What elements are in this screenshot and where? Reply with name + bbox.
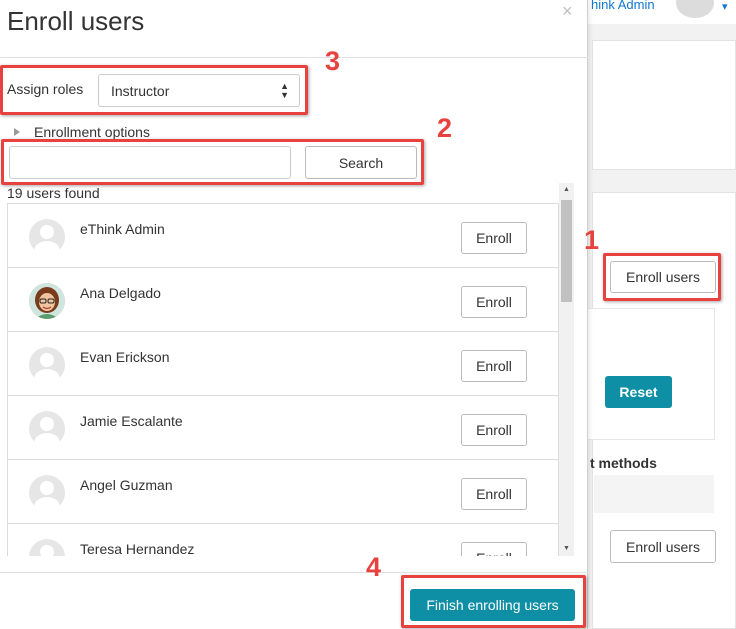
enroll-button[interactable]: Enroll bbox=[461, 414, 527, 446]
scrollbar-thumb[interactable] bbox=[561, 200, 572, 302]
default-avatar-icon bbox=[29, 411, 65, 447]
navbar-user-name[interactable]: hink Admin bbox=[591, 0, 655, 12]
finish-enrolling-users-button[interactable]: Finish enrolling users bbox=[410, 589, 575, 621]
reset-button[interactable]: Reset bbox=[605, 376, 672, 408]
enroll-button[interactable]: Enroll bbox=[461, 350, 527, 382]
enroll-button[interactable]: Enroll bbox=[461, 222, 527, 254]
enrollment-options-label: Enrollment options bbox=[34, 124, 150, 140]
list-item: Angel Guzman Enroll bbox=[8, 460, 558, 524]
user-name: Angel Guzman bbox=[80, 477, 173, 493]
enrollment-options-toggle[interactable]: Enrollment options bbox=[14, 124, 150, 140]
user-list-scrollbar[interactable]: ▲ ▼ bbox=[559, 183, 574, 556]
user-name: Evan Erickson bbox=[80, 349, 170, 365]
user-name: Teresa Hernandez bbox=[80, 541, 195, 556]
assign-roles-label: Assign roles bbox=[7, 81, 84, 97]
search-button[interactable]: Search bbox=[305, 146, 417, 179]
user-name: Jamie Escalante bbox=[80, 413, 183, 429]
assign-roles-value: Instructor bbox=[111, 82, 170, 99]
list-item: Evan Erickson Enroll bbox=[8, 332, 558, 396]
enroll-button[interactable]: Enroll bbox=[461, 478, 527, 510]
user-name: Ana Delgado bbox=[80, 285, 161, 301]
step-number-4: 4 bbox=[366, 552, 382, 582]
background-card bbox=[592, 40, 736, 170]
modal-title: Enroll users bbox=[7, 6, 145, 36]
default-avatar-icon bbox=[29, 219, 65, 255]
enrolment-methods-box bbox=[594, 475, 714, 513]
scroll-down-icon[interactable]: ▼ bbox=[559, 542, 574, 556]
enroll-users-modal: Enroll users × Assign roles Instructor ▲… bbox=[0, 0, 588, 629]
assign-roles-select[interactable]: Instructor ▲ ▼ bbox=[98, 74, 300, 107]
caret-right-icon bbox=[14, 128, 20, 136]
step-number-2: 2 bbox=[437, 113, 453, 143]
enroll-button[interactable]: Enroll bbox=[461, 542, 527, 556]
modal-header: Enroll users × bbox=[0, 0, 588, 58]
chevron-down-icon[interactable]: ▾ bbox=[722, 0, 728, 13]
photo-avatar-image bbox=[29, 283, 65, 319]
search-input[interactable] bbox=[9, 146, 291, 179]
default-avatar-icon bbox=[29, 347, 65, 383]
scroll-up-icon[interactable]: ▲ bbox=[559, 183, 574, 197]
user-list[interactable]: eThink Admin Enroll Ana Delgado Enroll E bbox=[7, 203, 559, 556]
step-number-1: 1 bbox=[584, 225, 600, 255]
list-item: Teresa Hernandez Enroll bbox=[8, 524, 558, 556]
photo-avatar bbox=[29, 283, 65, 319]
close-icon[interactable]: × bbox=[562, 1, 573, 22]
user-name: eThink Admin bbox=[80, 221, 165, 237]
enroll-button[interactable]: Enroll bbox=[461, 286, 527, 318]
list-item: Ana Delgado Enroll bbox=[8, 268, 558, 332]
enroll-users-button[interactable]: Enroll users bbox=[610, 261, 716, 293]
step-number-3: 3 bbox=[325, 46, 341, 76]
filter-panel bbox=[588, 308, 715, 440]
users-found-count: 19 users found bbox=[7, 185, 100, 201]
list-item: Jamie Escalante Enroll bbox=[8, 396, 558, 460]
enrolment-methods-heading: t methods bbox=[590, 455, 657, 471]
enroll-users-button-bottom[interactable]: Enroll users bbox=[610, 530, 716, 563]
list-item: eThink Admin Enroll bbox=[8, 204, 558, 268]
default-avatar-icon bbox=[29, 475, 65, 511]
select-arrows-icon: ▲ ▼ bbox=[280, 81, 289, 100]
default-avatar-icon bbox=[29, 539, 65, 556]
